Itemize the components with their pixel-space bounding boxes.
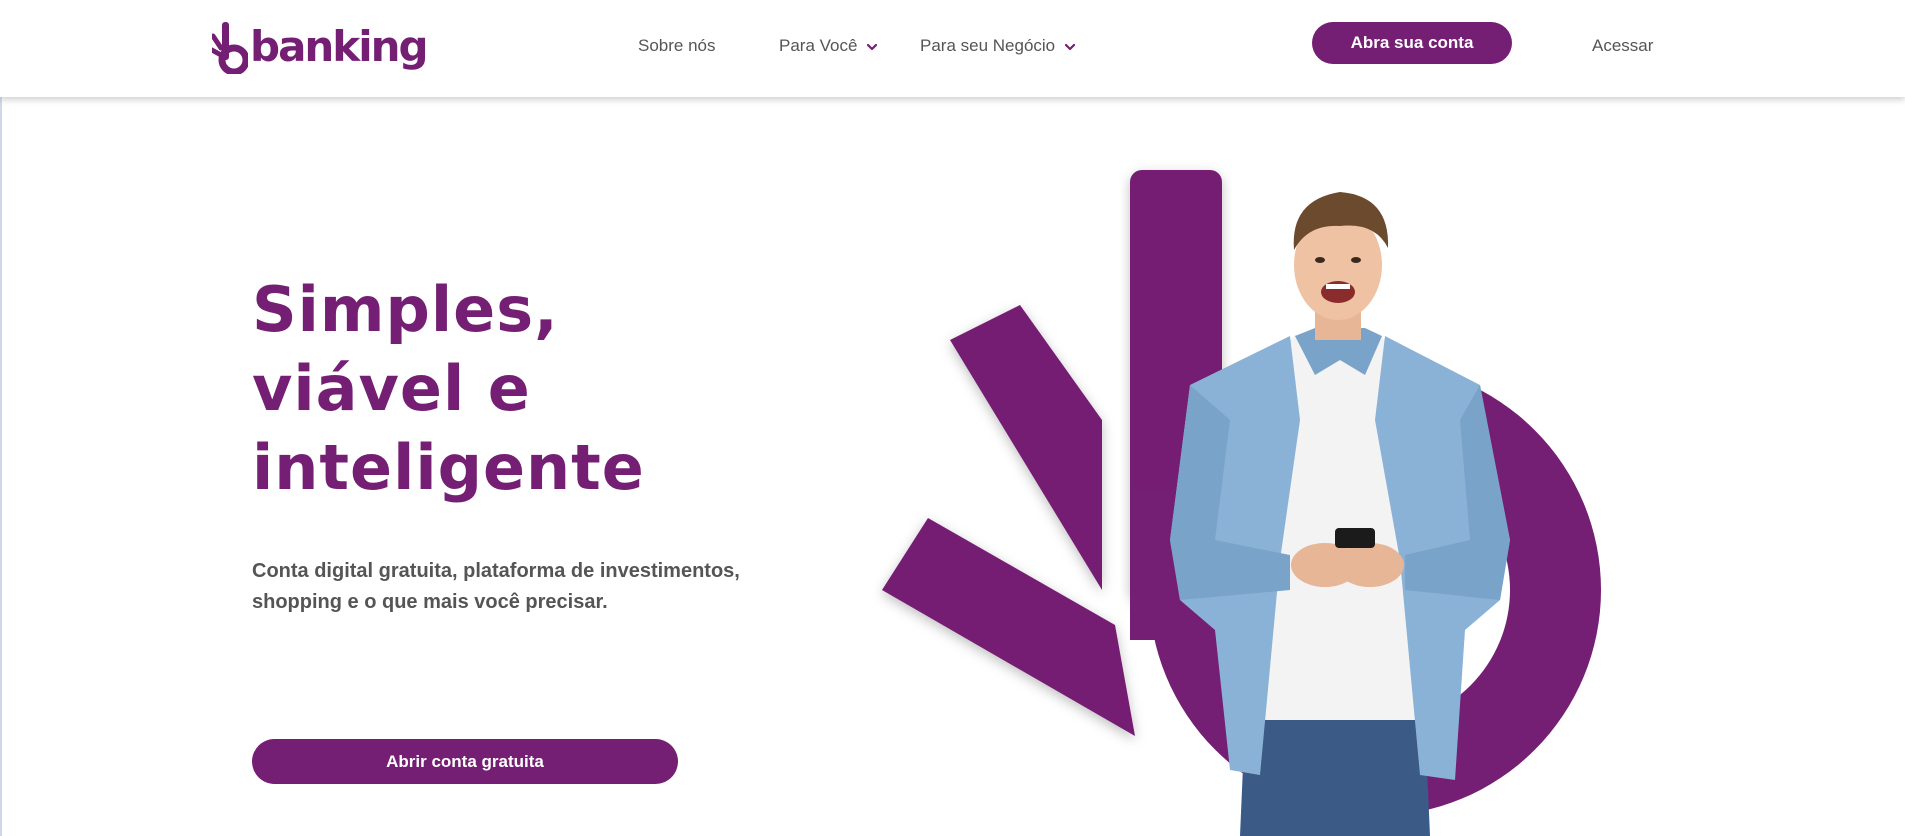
login-link[interactable]: Acessar: [1592, 36, 1653, 56]
chevron-down-icon: [1065, 36, 1076, 56]
banking-logo[interactable]: banking: [212, 18, 429, 78]
hero-title-line: Simples,: [252, 273, 559, 346]
nav-para-voce[interactable]: Para Você: [779, 36, 878, 56]
open-account-button[interactable]: Abra sua conta: [1312, 22, 1512, 64]
hero-subtitle-line: shopping e o que mais você precisar.: [252, 591, 608, 613]
b-burst-logo-icon: [212, 22, 248, 74]
nav-para-voce-label: Para Você: [779, 36, 858, 55]
hero-title: Simples, viável e inteligente: [252, 270, 772, 507]
page-left-border: [0, 97, 2, 836]
phone-icon: [1335, 528, 1375, 548]
logo-wordmark: banking: [250, 21, 429, 71]
chevron-down-icon: [867, 36, 878, 56]
hero-title-line: viável e: [252, 352, 531, 425]
hero-title-line: inteligente: [252, 431, 645, 504]
site-header: banking Sobre nós Para Você Para seu Neg…: [0, 0, 1905, 97]
hero-subtitle: Conta digital gratuita, plataforma de in…: [252, 556, 812, 618]
nav-para-seu-negocio-label: Para seu Negócio: [920, 36, 1056, 55]
hero-subtitle-line: Conta digital gratuita, plataforma de in…: [252, 560, 740, 582]
nav-para-seu-negocio[interactable]: Para seu Negócio: [920, 36, 1076, 56]
hero-illustration: [870, 160, 1630, 836]
nav-sobre-nos-label: Sobre nós: [638, 36, 716, 55]
b-logo-graphic: [882, 170, 1601, 836]
open-free-account-button[interactable]: Abrir conta gratuita: [252, 739, 678, 784]
nav-sobre-nos[interactable]: Sobre nós: [638, 36, 716, 56]
